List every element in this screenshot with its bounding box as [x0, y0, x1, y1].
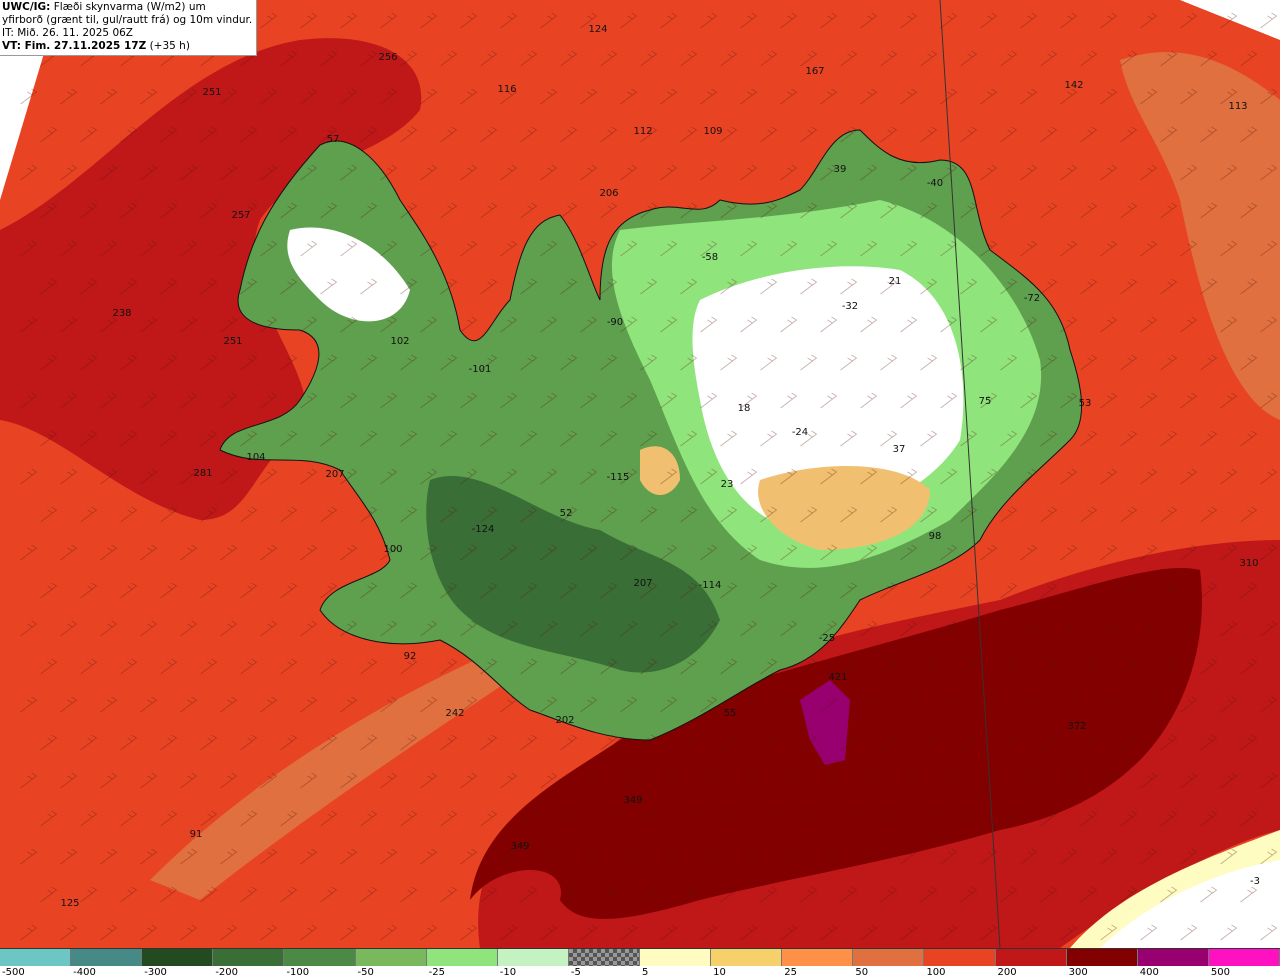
weather-map: 124 256 167 142 251 116 113 112 109 57 39 -40 206 257… — [0, 0, 1280, 948]
flux-value-label: -101 — [469, 364, 492, 375]
forecast-hour: (+35 h) — [146, 40, 190, 52]
legend-tick-label: 500 — [1210, 967, 1230, 978]
flux-value-label: 251 — [223, 336, 242, 347]
legend-swatch — [924, 949, 996, 966]
legend-tick-label: 300 — [1068, 967, 1088, 978]
flux-value-label: 242 — [445, 708, 464, 719]
legend-swatch — [782, 949, 854, 966]
legend-tick-label: 200 — [997, 967, 1017, 978]
legend-swatch — [1066, 949, 1138, 966]
legend-tick-label: -5 — [570, 967, 581, 978]
flux-value-label: -124 — [472, 524, 495, 535]
flux-value-label: 281 — [193, 468, 212, 479]
flux-value-label: 349 — [510, 841, 529, 852]
legend-tick-label: -200 — [215, 967, 239, 978]
flux-value-label: 113 — [1228, 101, 1247, 112]
flux-value-label: -3 — [1250, 876, 1260, 887]
legend-swatch — [284, 949, 356, 966]
flux-value-label: 202 — [555, 715, 574, 726]
flux-value-label: -114 — [699, 580, 722, 591]
flux-value-label: 167 — [805, 66, 824, 77]
initial-time: IT: Mið. 26. 11. 2025 06Z — [2, 27, 133, 39]
legend-swatch — [355, 949, 427, 966]
legend-swatch — [853, 949, 925, 966]
legend-swatch — [640, 949, 712, 966]
legend-tick-label: -25 — [428, 967, 445, 978]
flux-value-label: 52 — [560, 508, 573, 519]
flux-value-label: 57 — [327, 134, 340, 145]
flux-value-label: 257 — [231, 210, 250, 221]
flux-value-label: -115 — [607, 472, 630, 483]
flux-value-label: 92 — [404, 651, 417, 662]
flux-value-label: -72 — [1024, 293, 1040, 304]
flux-value-label: 124 — [588, 24, 607, 35]
legend-tick-label: 100 — [926, 967, 946, 978]
color-legend: -500 -400 -300 -200 -100 -50 -25 -10 -5 5 10 25 50 10… — [0, 948, 1280, 979]
flux-value-label: 125 — [60, 898, 79, 909]
legend-swatch — [1208, 949, 1280, 966]
flux-value-label: 100 — [383, 544, 402, 555]
flux-value-label: 75 — [979, 396, 992, 407]
flux-value-label: -32 — [842, 301, 858, 312]
legend-tick-label: 10 — [713, 967, 726, 978]
legend-swatch — [213, 949, 285, 966]
legend-tick-label: -500 — [2, 967, 25, 978]
legend-tick-label: 25 — [784, 967, 797, 978]
flux-value-label: 372 — [1067, 721, 1086, 732]
legend-swatch — [71, 949, 143, 966]
legend-swatch — [711, 949, 783, 966]
legend-swatch — [426, 949, 498, 966]
map-title-box: UWC/IG: Flæði skynvarma (W/m2) um yfirbo… — [0, 0, 258, 56]
legend-swatch — [142, 949, 214, 966]
legend-swatch — [497, 949, 569, 966]
flux-value-label: 251 — [202, 87, 221, 98]
flux-value-label: 18 — [738, 403, 751, 414]
flux-value-label: 104 — [246, 452, 265, 463]
legend-tick-label: -100 — [286, 967, 310, 978]
flux-value-label: 53 — [1079, 398, 1092, 409]
flux-value-label: 142 — [1064, 80, 1083, 91]
legend-tick-label: -300 — [144, 967, 167, 978]
flux-value-label: 421 — [828, 672, 847, 683]
legend-tick-label: 5 — [642, 967, 649, 978]
flux-value-label: 98 — [929, 531, 942, 542]
legend-swatch — [568, 949, 640, 966]
flux-value-label: -58 — [702, 252, 718, 263]
flux-value-label: -24 — [792, 427, 808, 438]
legend-swatch — [1137, 949, 1209, 966]
flux-value-label: 91 — [190, 829, 203, 840]
flux-value-label: 206 — [599, 188, 618, 199]
valid-time: VT: Fim. 27.11.2025 17Z — [2, 40, 147, 52]
title-line1: Flæði skynvarma (W/m2) um — [50, 1, 206, 13]
legend-tick-label: -400 — [73, 967, 96, 978]
legend-tick-label: 400 — [1139, 967, 1159, 978]
flux-value-label: 207 — [325, 469, 344, 480]
flux-value-label: 349 — [623, 795, 642, 806]
flux-value-label: 55 — [724, 708, 737, 719]
flux-value-label: 39 — [834, 164, 847, 175]
flux-value-label: 238 — [112, 308, 131, 319]
flux-value-label: 116 — [497, 84, 516, 95]
flux-value-label: 256 — [378, 52, 397, 63]
flux-value-label: 21 — [889, 276, 902, 287]
title-line2: yfirborð (grænt til, gul/rautt frá) og 1… — [2, 14, 253, 26]
flux-value-label: 37 — [893, 444, 906, 455]
flux-value-label: -90 — [607, 317, 623, 328]
flux-value-label: 310 — [1239, 558, 1258, 569]
flux-value-label: 102 — [390, 336, 409, 347]
flux-value-label: -25 — [819, 633, 835, 644]
flux-value-label: -40 — [927, 178, 943, 189]
flux-value-label: 23 — [721, 479, 734, 490]
legend-tick-label: -50 — [357, 967, 374, 978]
legend-tick-label: 50 — [855, 967, 869, 978]
flux-value-label: 112 — [633, 126, 652, 137]
flux-value-label: 207 — [633, 578, 652, 589]
legend-swatch — [995, 949, 1067, 966]
flux-value-label: 109 — [703, 126, 722, 137]
legend-tick-label: -10 — [499, 967, 517, 978]
legend-swatch — [0, 949, 72, 966]
model-name: UWC/IG: — [2, 1, 51, 13]
